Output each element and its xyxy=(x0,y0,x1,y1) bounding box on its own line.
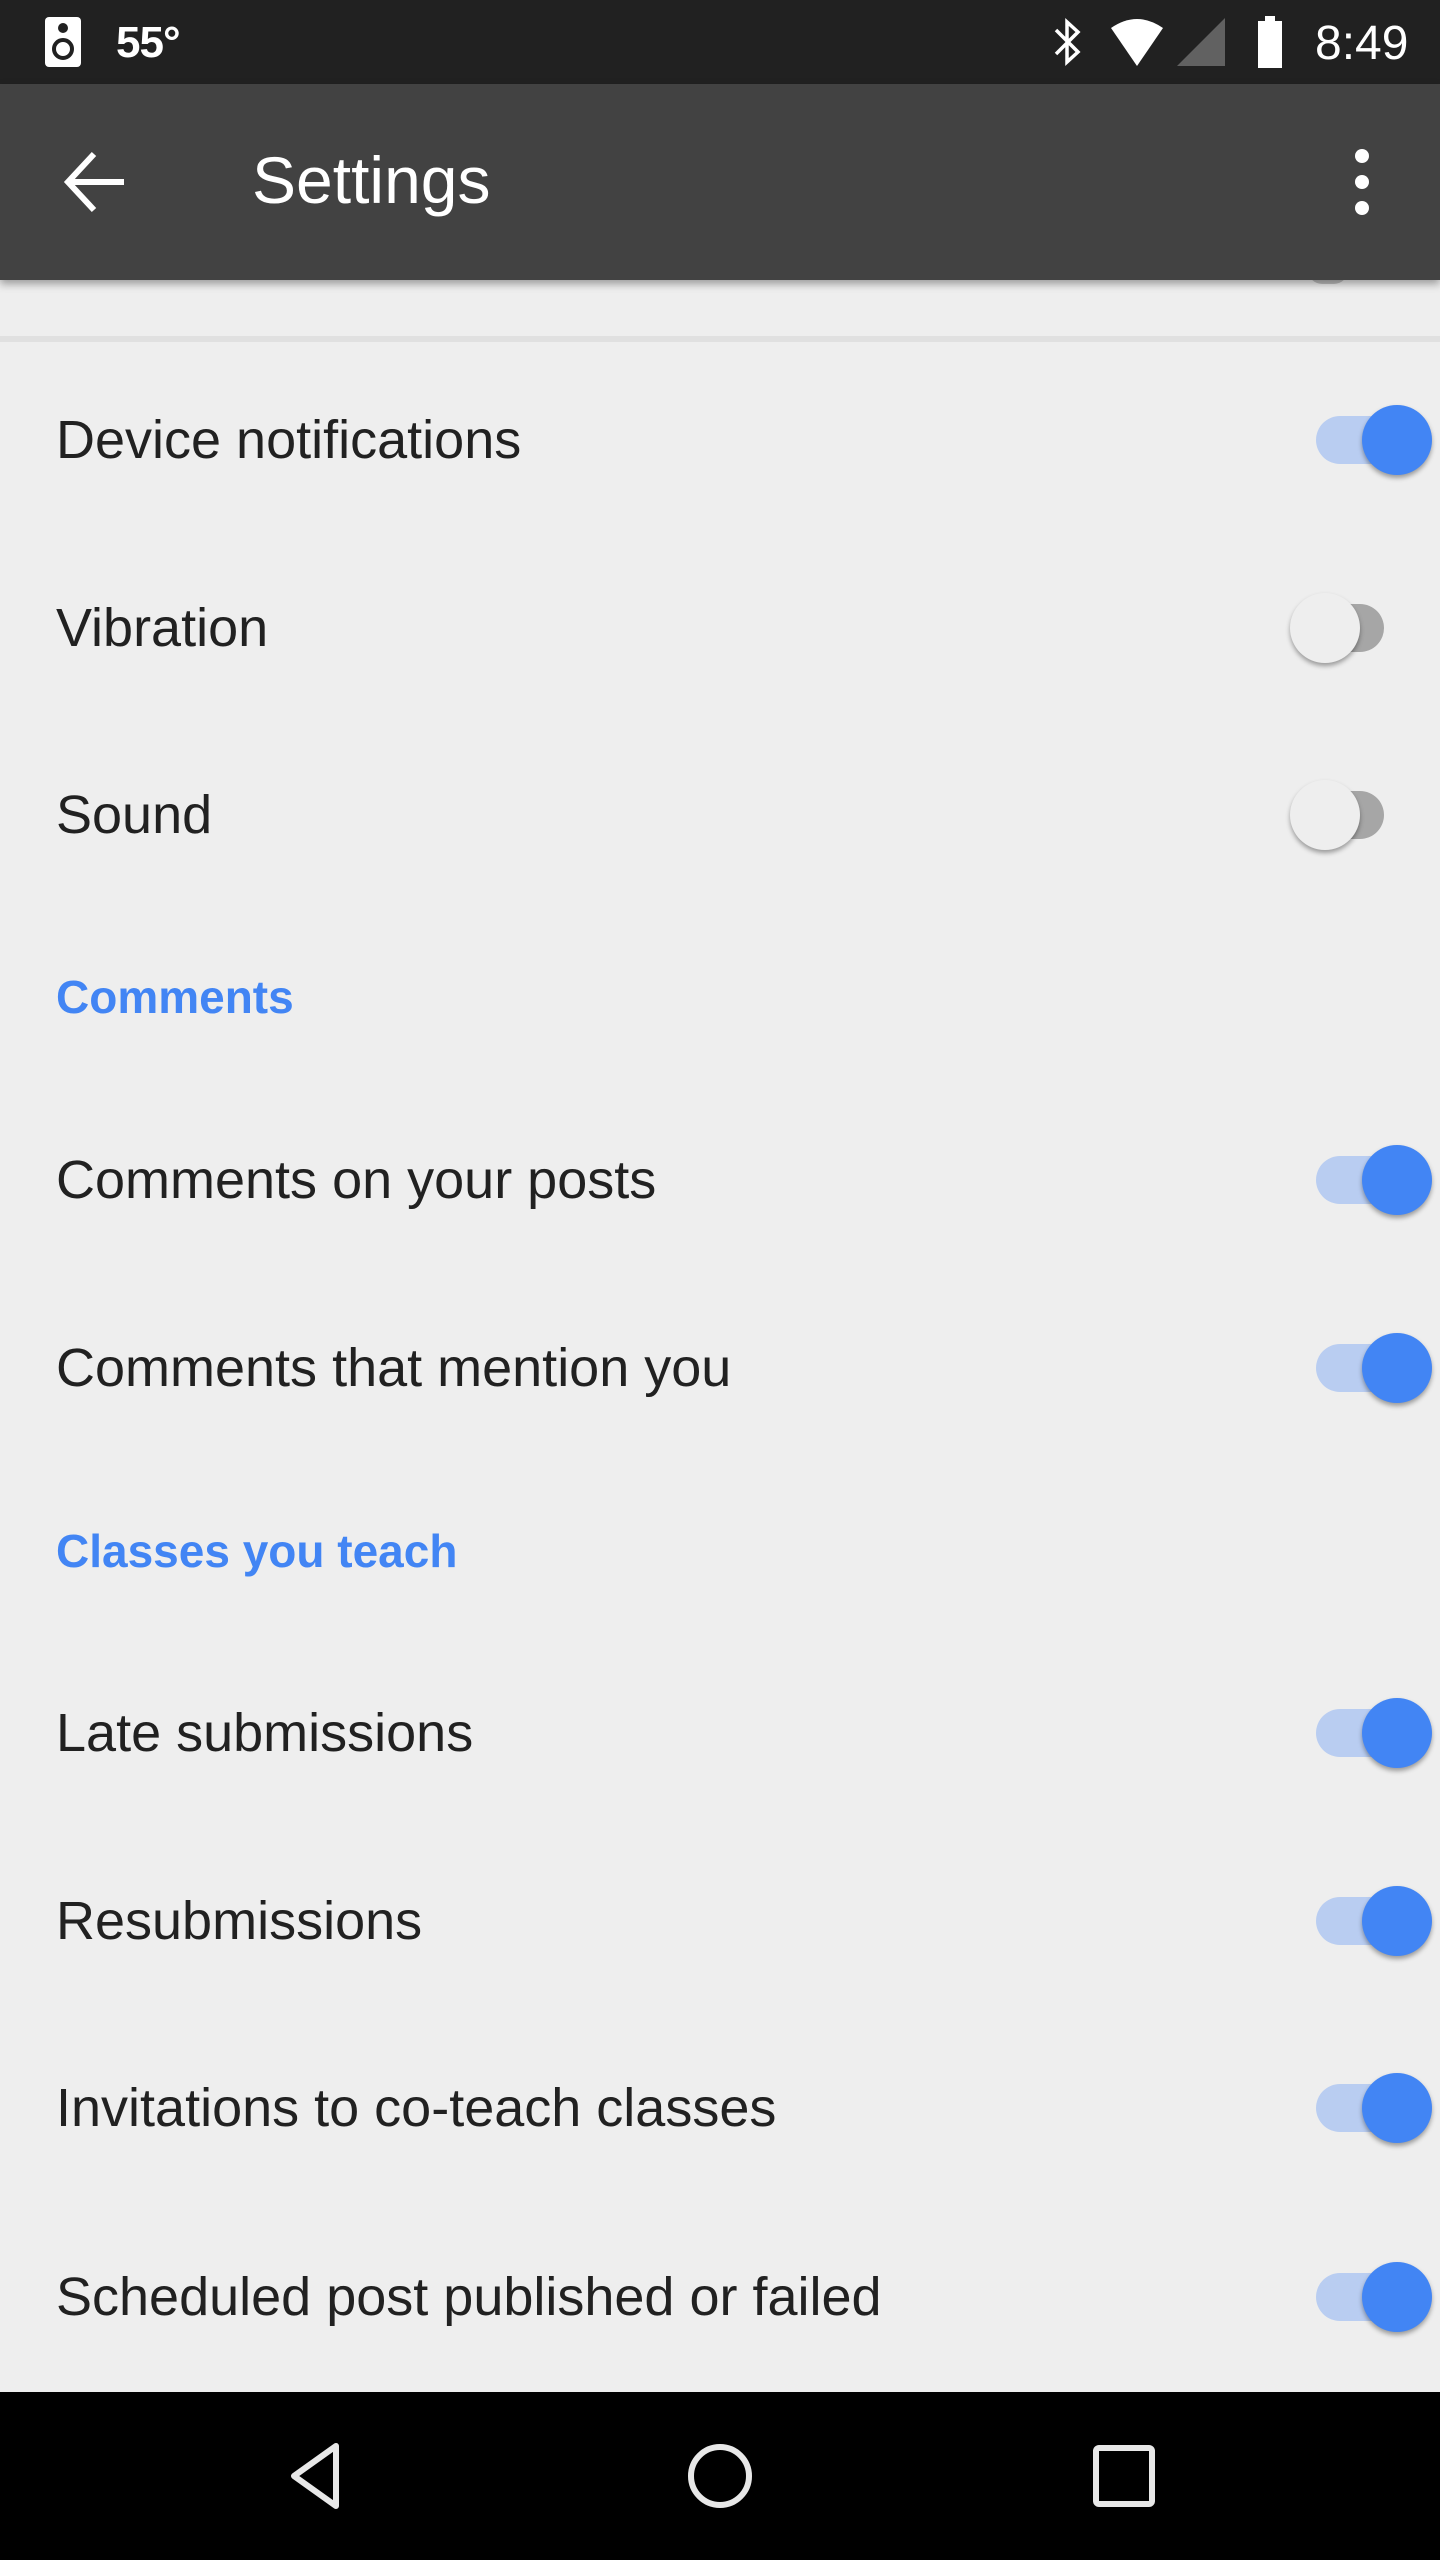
setting-row-sound[interactable]: Sound xyxy=(0,721,1440,909)
system-nav-bar xyxy=(0,2392,1440,2560)
setting-label: Resubmissions xyxy=(56,1891,423,1951)
wifi-icon xyxy=(1111,19,1163,66)
switch-thumb xyxy=(1362,405,1432,475)
clock: 8:49 xyxy=(1315,17,1409,70)
more-vert-icon[interactable] xyxy=(1334,146,1390,218)
switch-thumb xyxy=(1290,780,1360,850)
section-header-comments: Comments xyxy=(56,971,294,1023)
setting-label: Vibration xyxy=(56,598,269,658)
section-header-classes-you-teach: Classes you teach xyxy=(56,1525,458,1577)
switch-thumb xyxy=(1362,2073,1432,2143)
switch-thumb xyxy=(1362,1333,1432,1403)
page-title: Settings xyxy=(252,143,491,217)
speaker-icon xyxy=(45,17,81,67)
device-notifications-toggle[interactable] xyxy=(1240,390,1440,490)
setting-label: Sound xyxy=(56,785,213,845)
switch-thumb xyxy=(1362,1886,1432,1956)
switch-thumb xyxy=(1290,593,1360,663)
setting-row-comments-on-posts[interactable]: Comments on your posts xyxy=(0,1086,1440,1274)
setting-row-device-notifications[interactable]: Device notifications xyxy=(0,346,1440,534)
switch-thumb xyxy=(1362,2262,1432,2332)
battery-icon xyxy=(1258,16,1282,68)
temperature: 55° xyxy=(116,18,181,67)
nav-back-icon[interactable] xyxy=(276,2436,356,2516)
co-teach-invitations-toggle[interactable] xyxy=(1240,2058,1440,2158)
setting-label: Late submissions xyxy=(56,1703,474,1763)
vibration-toggle[interactable] xyxy=(1240,578,1440,678)
nav-home-icon[interactable] xyxy=(680,2436,760,2516)
switch-thumb xyxy=(1362,1698,1432,1768)
scheduled-post-toggle[interactable] xyxy=(1240,2247,1440,2347)
setting-row-late-submissions[interactable]: Late submissions xyxy=(0,1639,1440,1827)
comments-mention-toggle[interactable] xyxy=(1240,1318,1440,1418)
arrow-back-icon[interactable] xyxy=(60,146,132,218)
sound-toggle[interactable] xyxy=(1240,765,1440,865)
setting-label: Invitations to co-teach classes xyxy=(56,2078,777,2138)
setting-row-resubmissions[interactable]: Resubmissions xyxy=(0,1827,1440,2015)
bluetooth-icon xyxy=(1054,18,1081,66)
setting-row-co-teach-invitations[interactable]: Invitations to co-teach classes xyxy=(0,2014,1440,2202)
signal-icon xyxy=(1177,18,1225,66)
comments-on-posts-toggle[interactable] xyxy=(1240,1130,1440,1230)
resubmissions-toggle[interactable] xyxy=(1240,1871,1440,1971)
app-toolbar: Settings xyxy=(0,84,1440,280)
setting-row-comments-mention[interactable]: Comments that mention you xyxy=(0,1274,1440,1462)
divider xyxy=(0,336,1440,342)
late-submissions-toggle[interactable] xyxy=(1240,1683,1440,1783)
status-bar: 55° 8:49 xyxy=(0,0,1440,84)
setting-label: Scheduled post published or failed xyxy=(56,2267,882,2327)
setting-row-scheduled-post[interactable]: Scheduled post published or failed xyxy=(0,2203,1440,2391)
setting-label: Device notifications xyxy=(56,410,522,470)
switch-thumb xyxy=(1362,1145,1432,1215)
setting-label: Comments that mention you xyxy=(56,1338,732,1398)
setting-row-vibration[interactable]: Vibration xyxy=(0,534,1440,722)
nav-recents-icon[interactable] xyxy=(1084,2436,1164,2516)
setting-label: Comments on your posts xyxy=(56,1150,657,1210)
